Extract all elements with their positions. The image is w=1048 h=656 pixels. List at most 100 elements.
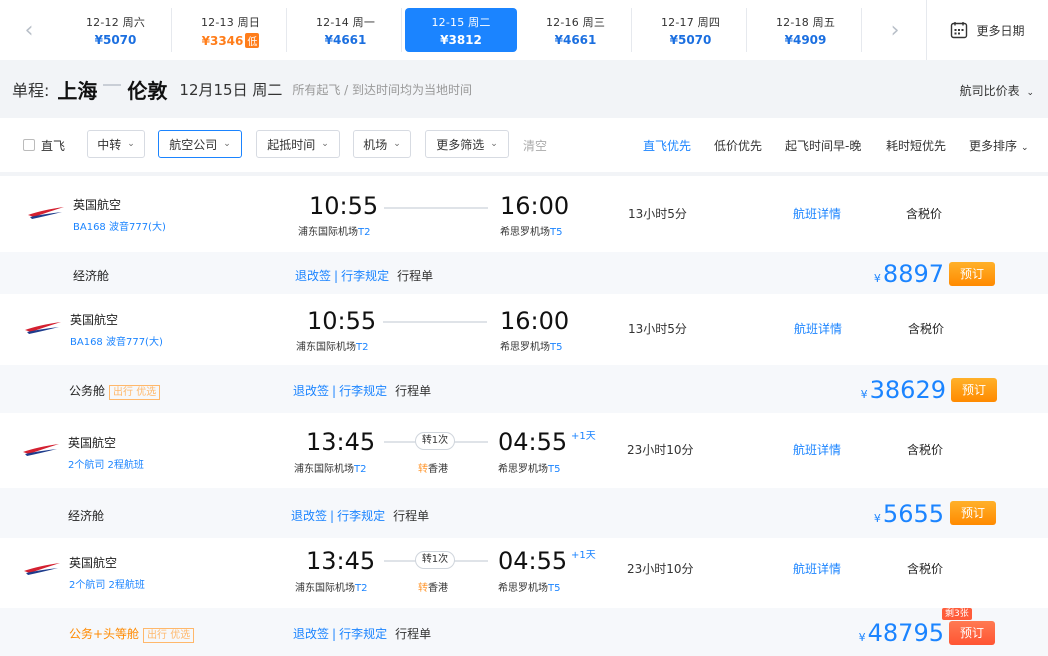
flight-detail-link[interactable]: 航班详情: [793, 441, 841, 458]
cabin-row: 公务舱 出行 优选 退改签 | 行李规定 行程单 ¥38629 预订: [0, 365, 1048, 413]
tax-included-label: 含税价: [907, 562, 944, 576]
chevron-down-icon: ⌄: [223, 139, 231, 149]
date-cell-12-14[interactable]: 12-14 周一 ¥4661: [290, 8, 402, 52]
weekday-label: 周四: [697, 16, 721, 29]
book-button[interactable]: 预订: [951, 378, 997, 402]
transfer-city: 转香港: [418, 464, 448, 475]
date-label: 12-13: [200, 16, 234, 29]
refund-change-link[interactable]: 退改签: [295, 269, 331, 283]
airline-compare-button[interactable]: 航司比价表 ⌄: [960, 82, 1034, 99]
arrival-airport: 希思罗机场T5: [498, 464, 561, 475]
transfer-count-badge: 转1次: [415, 551, 455, 569]
departure-time: 13:45: [306, 428, 376, 456]
baggage-rule-link[interactable]: 行李规定: [341, 269, 389, 283]
sort-direct-first[interactable]: 直飞优先: [643, 137, 691, 154]
flight-duration: 13小时5分: [628, 322, 687, 336]
prev-date-arrow-icon[interactable]: ‹: [0, 0, 58, 60]
flight-info: 2个航司 2程航班: [68, 460, 144, 471]
itinerary-label[interactable]: 行程单: [393, 509, 429, 523]
refund-change-link[interactable]: 退改签: [293, 627, 329, 641]
transfer-count-badge: 转1次: [415, 432, 455, 450]
date-cell-12-15-selected[interactable]: 12-15 周二 ¥3812: [405, 8, 517, 52]
itinerary-label[interactable]: 行程单: [397, 269, 433, 283]
british-airways-logo-icon: [28, 207, 64, 219]
itinerary-label[interactable]: 行程单: [395, 627, 431, 641]
clear-filters-button[interactable]: 清空: [523, 137, 547, 154]
cabin-row: 公务+头等舱 出行 优选 退改签 | 行李规定 行程单 ¥48795 剩3张 预订: [0, 608, 1048, 656]
flight-detail-link[interactable]: 航班详情: [794, 320, 842, 337]
flight-row[interactable]: 英国航空 2个航司 2程航班 13:45 浦东国际机场T2 转1次 转香港 04…: [0, 538, 1048, 608]
book-button[interactable]: 预订: [949, 621, 995, 645]
date-bar: ‹ 12-12 周六 ¥5070 12-13 周日 ¥3346 低 12-14 周…: [0, 0, 1048, 60]
arrival-time: 16:00: [500, 307, 570, 335]
baggage-rule-link[interactable]: 行李规定: [337, 509, 385, 523]
flight-info: 2个航司 2程航班: [69, 580, 145, 591]
more-dates-button[interactable]: 更多日期: [926, 0, 1048, 60]
flight-row[interactable]: 英国航空 BA168 波音777(大) 10:55 浦东国际机场T2 16:00…: [0, 176, 1048, 252]
fare-price: ¥8897: [873, 260, 944, 288]
date-cell-12-12[interactable]: 12-12 周六 ¥5070: [60, 8, 172, 52]
date-label: 12-14: [315, 16, 349, 29]
cabin-row: 经济舱 退改签 | 行李规定 行程单 ¥5655 预订: [0, 488, 1048, 538]
rules-links: 退改签 | 行李规定 行程单: [291, 509, 430, 523]
date-label: 12-16: [545, 16, 579, 29]
book-button[interactable]: 预订: [949, 262, 995, 286]
date-cell-12-17[interactable]: 12-17 周四 ¥5070: [635, 8, 747, 52]
tax-included-label: 含税价: [906, 207, 943, 221]
refund-change-link[interactable]: 退改签: [291, 509, 327, 523]
cabin-class: 经济舱: [73, 269, 110, 283]
departure-airport: 浦东国际机场T2: [295, 583, 368, 594]
arrival-airport: 希思罗机场T5: [500, 227, 563, 238]
filter-bar: 直飞 中转 ⌄ 航空公司 ⌄ 起抵时间 ⌄ 机场 ⌄ 更多筛选 ⌄ 清空 直飞优先 低价优…: [0, 118, 1048, 172]
chevron-down-icon: ⌄: [1026, 88, 1034, 98]
arrival-time: 16:00: [500, 192, 570, 220]
time-filter-dropdown[interactable]: 起抵时间 ⌄: [256, 130, 340, 158]
baggage-rule-link[interactable]: 行李规定: [339, 627, 387, 641]
refund-change-link[interactable]: 退改签: [293, 384, 329, 398]
flight-detail-link[interactable]: 航班详情: [793, 205, 841, 222]
more-filters-dropdown[interactable]: 更多筛选 ⌄: [425, 130, 509, 158]
cabin-row: 经济舱 退改签 | 行李规定 行程单 ¥8897 预订: [0, 252, 1048, 294]
date-price: ¥4661: [554, 33, 597, 47]
flight-number: BA168 波音777(大): [73, 222, 166, 233]
airline-filter-dropdown[interactable]: 航空公司 ⌄: [158, 130, 242, 158]
arrival-time: 04:55: [498, 428, 568, 456]
cabin-class: 经济舱: [68, 509, 105, 523]
filter-label: 起抵时间: [267, 137, 316, 152]
next-date-arrow-icon[interactable]: ›: [866, 0, 924, 60]
chevron-down-icon: ⌄: [1021, 143, 1029, 153]
fare-price: ¥48795: [858, 619, 944, 647]
departure-time: 13:45: [306, 547, 376, 575]
sort-departure-time[interactable]: 起飞时间早-晚: [785, 137, 861, 154]
weekday-label: 周三: [582, 16, 606, 29]
direct-checkbox[interactable]: [23, 139, 35, 151]
rules-links: 退改签 | 行李规定 行程单: [293, 627, 432, 641]
filter-label: 机场: [363, 137, 388, 152]
flight-row[interactable]: 英国航空 BA168 波音777(大) 10:55 浦东国际机场T2 16:00…: [0, 294, 1048, 365]
sort-shortest-duration[interactable]: 耗时短优先: [886, 137, 946, 154]
next-day-indicator: +1天: [571, 550, 596, 561]
more-sort-dropdown[interactable]: 更多排序 ⌄: [969, 137, 1029, 154]
baggage-rule-link[interactable]: 行李规定: [339, 384, 387, 398]
itinerary-label[interactable]: 行程单: [395, 384, 431, 398]
date-cell-12-18[interactable]: 12-18 周五 ¥4909: [750, 8, 862, 52]
flight-detail-link[interactable]: 航班详情: [793, 560, 841, 577]
fare-price: ¥38629: [860, 376, 946, 404]
date-label: 12-17: [660, 16, 694, 29]
transfer-filter-dropdown[interactable]: 中转 ⌄: [87, 130, 145, 158]
date-cell-12-16[interactable]: 12-16 周三 ¥4661: [520, 8, 632, 52]
transfer-city: 转香港: [418, 583, 448, 594]
airport-filter-dropdown[interactable]: 机场 ⌄: [353, 130, 411, 158]
flight-duration: 23小时10分: [627, 562, 694, 576]
british-airways-logo-icon: [25, 322, 61, 334]
weekday-label: 周六: [122, 16, 146, 29]
flight-row[interactable]: 英国航空 2个航司 2程航班 13:45 浦东国际机场T2 转1次 转香港 04…: [0, 413, 1048, 488]
filter-label: 航空公司: [169, 137, 218, 152]
arrival-airport: 希思罗机场T5: [498, 583, 561, 594]
lowest-price-badge: 低: [245, 33, 260, 48]
sort-low-price[interactable]: 低价优先: [714, 137, 762, 154]
book-button[interactable]: 预订: [950, 501, 996, 525]
weekday-label: 周二: [468, 16, 491, 29]
cabin-class: 公务舱 出行 优选: [69, 382, 161, 400]
date-cell-12-13[interactable]: 12-13 周日 ¥3346 低: [175, 8, 287, 52]
